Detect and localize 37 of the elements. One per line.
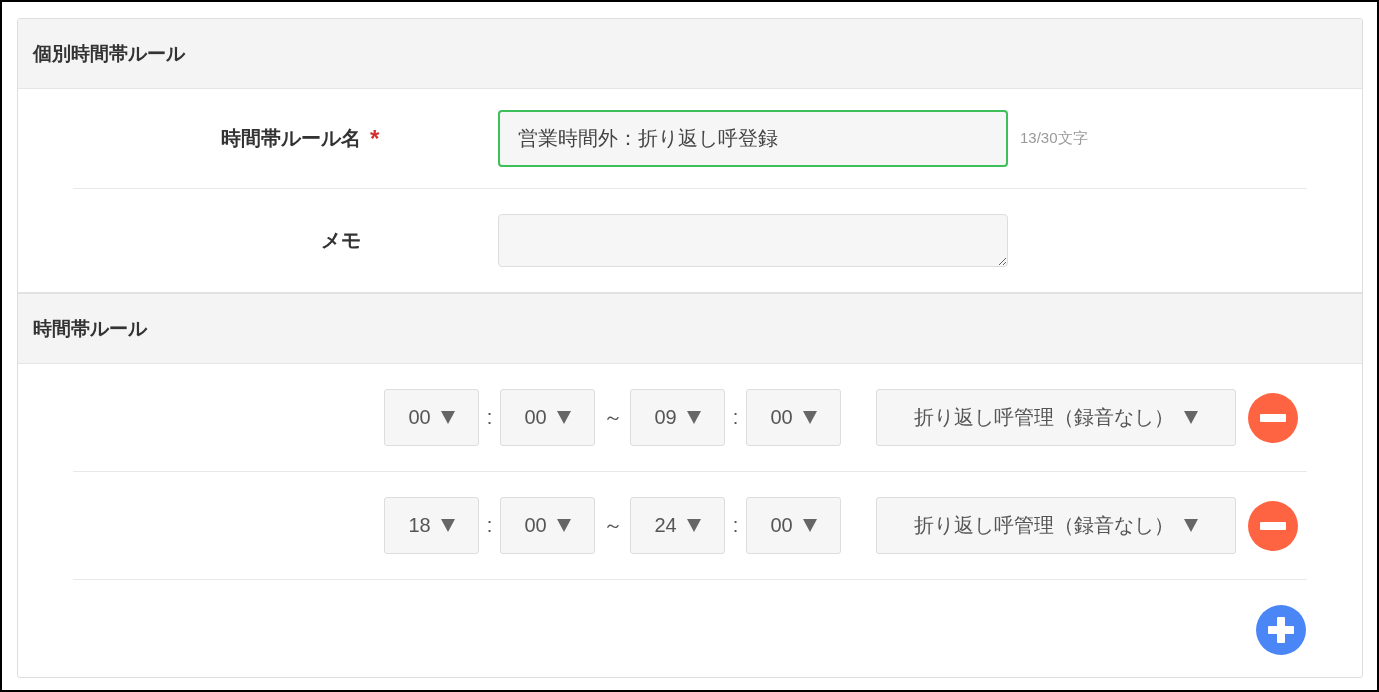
action-select[interactable]: 折り返し呼管理（録音なし）	[876, 389, 1236, 446]
caret-icon	[686, 519, 701, 532]
caret-icon	[1184, 411, 1198, 424]
add-icon[interactable]	[1256, 604, 1306, 655]
caret-icon	[556, 519, 571, 532]
remove-icon[interactable]	[1248, 500, 1298, 551]
caret-icon	[1184, 519, 1198, 532]
rule-name-field[interactable]: 営業時間外：折り返し呼登録	[498, 110, 1008, 167]
caret-icon	[802, 411, 817, 424]
minute-select[interactable]: 00	[746, 389, 841, 446]
required-mark: *	[370, 124, 380, 153]
hour-select[interactable]: 24	[630, 497, 725, 554]
colon-separator: :	[731, 514, 740, 537]
caret-icon	[802, 519, 817, 532]
hour-select[interactable]: 09	[630, 389, 725, 446]
range-separator: ～	[601, 405, 624, 430]
colon-separator: :	[485, 514, 494, 537]
minute-select[interactable]: 00	[500, 389, 595, 446]
remove-icon[interactable]	[1248, 392, 1298, 443]
caret-icon	[686, 411, 701, 424]
character-counter: 13/30文字	[1020, 129, 1088, 148]
field-label: メモ	[321, 228, 361, 253]
action-select[interactable]: 折り返し呼管理（録音なし）	[876, 497, 1236, 554]
hour-select[interactable]: 00	[384, 389, 479, 446]
minute-select[interactable]: 00	[746, 497, 841, 554]
range-separator: ～	[601, 513, 624, 538]
field-label: 時間帯ルール名	[221, 126, 361, 151]
caret-icon	[440, 411, 455, 424]
hour-select[interactable]: 18	[384, 497, 479, 554]
memo-field[interactable]	[498, 214, 1008, 267]
colon-separator: :	[485, 406, 494, 429]
colon-separator: :	[731, 406, 740, 429]
section-title: 時間帯ルール	[33, 316, 147, 341]
section-title: 個別時間帯ルール	[33, 41, 185, 66]
caret-icon	[556, 411, 571, 424]
minute-select[interactable]: 00	[500, 497, 595, 554]
caret-icon	[440, 519, 455, 532]
